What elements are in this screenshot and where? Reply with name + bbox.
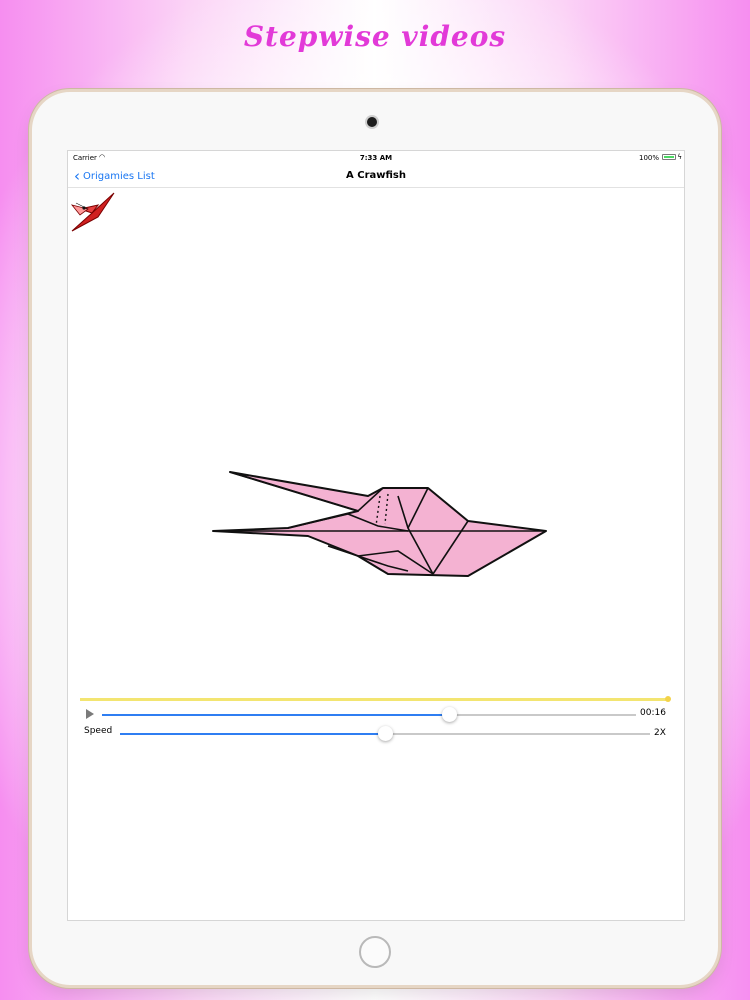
download-progress-bar: [80, 698, 670, 701]
battery-percent: 100%: [638, 154, 659, 162]
speed-slider-fill: [120, 733, 385, 735]
page-title: A Crawfish: [346, 170, 406, 181]
headline: Stepwise videos: [243, 20, 507, 53]
playback-time: 00:16: [640, 708, 666, 718]
home-button[interactable]: [359, 936, 391, 968]
play-button[interactable]: [86, 709, 94, 719]
crawfish-thumbnail-icon: [70, 192, 115, 232]
status-bar: Carrier ◠ 7:33 AM 100% ϟ: [68, 151, 684, 165]
speed-slider[interactable]: [120, 726, 650, 741]
charging-icon: ϟ: [677, 153, 682, 161]
position-slider[interactable]: [102, 707, 636, 722]
download-progress-end: [665, 696, 671, 702]
speed-slider-thumb[interactable]: [378, 726, 393, 741]
screen: Carrier ◠ 7:33 AM 100% ϟ ‹ Origamies Lis…: [67, 150, 685, 921]
navigation-bar: ‹ Origamies List A Crawfish: [68, 165, 684, 188]
position-slider-fill: [102, 714, 450, 716]
position-slider-thumb[interactable]: [442, 707, 458, 722]
speed-label: Speed: [84, 726, 113, 736]
camera-icon: [367, 117, 377, 127]
status-time: 7:33 AM: [359, 154, 393, 162]
origami-step-image: [212, 471, 547, 577]
speed-value: 2X: [654, 728, 666, 738]
tablet-device: Carrier ◠ 7:33 AM 100% ϟ ‹ Origamies Lis…: [32, 92, 718, 985]
battery-icon: [662, 154, 676, 160]
